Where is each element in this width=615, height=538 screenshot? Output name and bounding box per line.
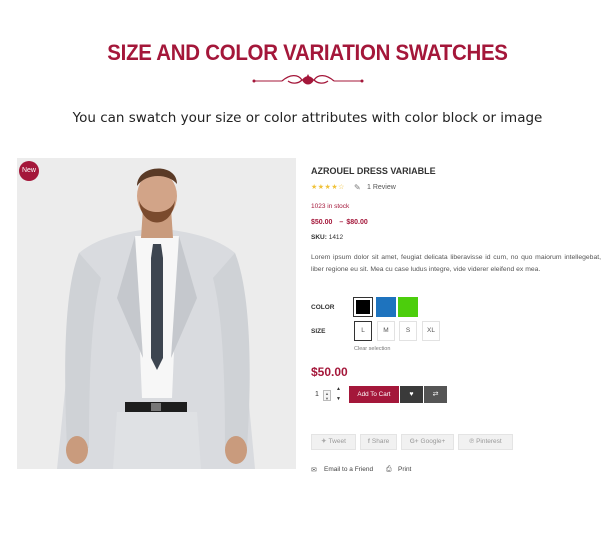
compare-icon: ⇄ — [432, 391, 439, 398]
pinterest-label: Pinterest — [476, 438, 502, 445]
google-plus-icon: G+ — [409, 438, 419, 445]
size-swatch-s[interactable]: S — [399, 321, 417, 341]
twitter-icon: ✦ — [321, 438, 327, 445]
facebook-share-button[interactable]: f Share — [360, 434, 397, 450]
product-description: Lorem ipsum dolor sit amet, feugiat deli… — [311, 254, 601, 273]
clear-selection-link[interactable]: Clear selection — [354, 346, 390, 352]
sku: SKU: 1412 — [311, 234, 343, 241]
size-swatch-xl[interactable]: XL — [422, 321, 440, 341]
compare-button[interactable]: ⇄ — [424, 386, 447, 403]
size-label: SIZE — [311, 328, 326, 335]
price-separator: – — [339, 219, 344, 226]
man-in-suit-illustration — [17, 158, 296, 469]
pinterest-button[interactable]: ℗ Pinterest — [458, 434, 513, 450]
current-price: $50.00 — [311, 365, 348, 379]
new-badge: New — [19, 161, 39, 181]
product-name: AZROUEL DRESS VARIABLE — [311, 166, 436, 176]
quantity-spinner-icon[interactable]: ▲ ▼ — [323, 390, 331, 401]
size-swatch-l[interactable]: L — [354, 321, 372, 341]
add-to-cart-button[interactable]: Add To Cart — [349, 386, 399, 403]
google-plus-button[interactable]: G+ Google+ — [401, 434, 454, 450]
tweet-label: Tweet — [328, 438, 346, 445]
printer-icon: ⎙ — [386, 466, 392, 473]
rating-stars: ★★★★☆ — [311, 184, 345, 191]
color-swatch-green[interactable] — [398, 297, 418, 317]
facebook-icon: f — [367, 438, 370, 445]
swatch-fill — [398, 297, 418, 317]
price-max: $80.00 — [346, 219, 368, 226]
stock-status: 1023 in stock — [311, 203, 350, 210]
section-title: SIZE AND COLOR VARIATION SWATCHES — [107, 40, 508, 65]
wishlist-button[interactable]: ♥ — [400, 386, 423, 403]
sku-value: 1412 — [328, 234, 344, 241]
print-link[interactable]: Print — [398, 466, 411, 473]
ornament-divider — [252, 74, 364, 85]
review-link[interactable]: 1 Review — [367, 184, 396, 191]
product-image[interactable] — [17, 158, 296, 469]
sku-label: SKU: — [311, 234, 327, 241]
envelope-icon: ✉ — [311, 467, 317, 474]
price-range: $50.00– $80.00 — [311, 219, 368, 226]
color-label: COLOR — [311, 304, 335, 311]
quantity-increase-icon[interactable]: ▲ — [336, 386, 341, 392]
color-swatch-blue[interactable] — [376, 297, 396, 317]
color-swatch-black[interactable] — [353, 297, 373, 317]
pinterest-icon: ℗ — [469, 438, 475, 445]
quantity-decrease-icon[interactable]: ▼ — [336, 396, 341, 402]
share-label: Share — [371, 438, 390, 445]
google-label: Google+ — [420, 438, 446, 445]
section-subtitle: You can swatch your size or color attrib… — [72, 110, 543, 126]
swatch-fill — [356, 300, 370, 314]
email-to-friend-link[interactable]: Email to a Friend — [324, 466, 373, 473]
tweet-button[interactable]: ✦ Tweet — [311, 434, 356, 450]
quantity-input[interactable]: 1 — [315, 391, 319, 398]
swatch-fill — [376, 297, 396, 317]
size-swatch-m[interactable]: M — [377, 321, 395, 341]
price-min: $50.00 — [311, 219, 333, 226]
edit-icon: ✎ — [354, 183, 361, 192]
heart-icon: ♥ — [409, 391, 414, 398]
